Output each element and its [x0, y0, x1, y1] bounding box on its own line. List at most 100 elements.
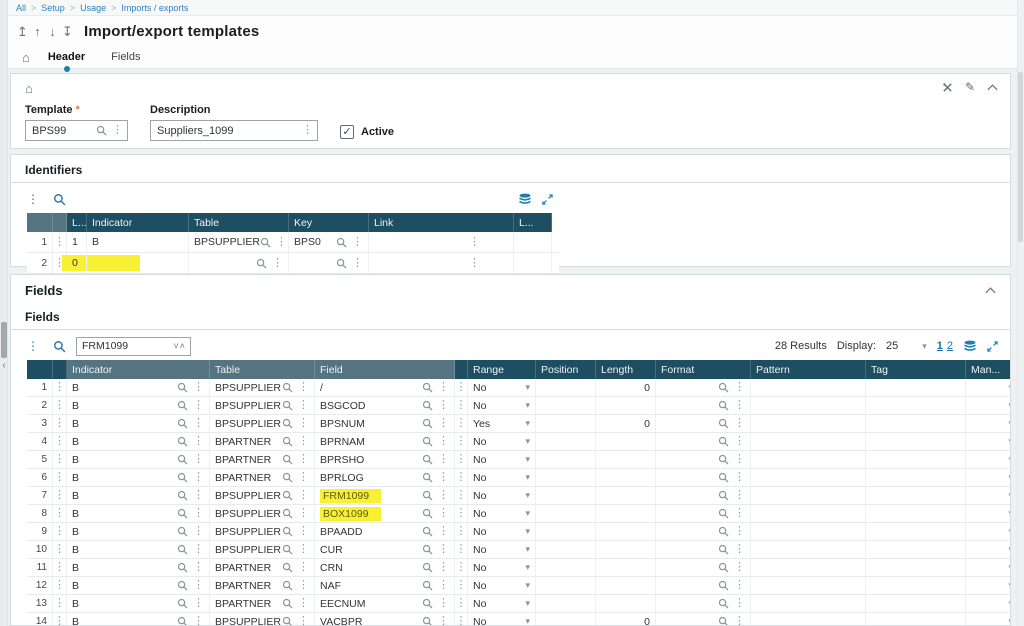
table-cell-search-icon[interactable] [282, 544, 293, 555]
table-cell-kebab-icon[interactable]: ⋮ [298, 454, 309, 465]
field-cell-kebab-icon[interactable]: ⋮ [438, 598, 449, 609]
row-menu-kebab-icon[interactable]: ⋮ [54, 472, 65, 483]
range-caret-icon[interactable]: ▾ [525, 490, 530, 501]
row-number[interactable]: 7 [27, 487, 53, 504]
field-cell[interactable]: BPRNAM⋮ [315, 433, 455, 450]
table-cell-search-icon[interactable] [282, 454, 293, 465]
format-cell[interactable]: ⋮ [656, 397, 751, 414]
mandatory-cell[interactable]: ▾ [966, 379, 1011, 396]
pattern-cell[interactable] [751, 505, 866, 522]
position-cell[interactable] [536, 451, 596, 468]
mandatory-cell[interactable]: ▾ [966, 451, 1011, 468]
fields-collapse-chevron-icon[interactable] [985, 287, 996, 294]
field-cell-kebab-icon[interactable]: ⋮ [438, 436, 449, 447]
indicator-cell[interactable]: B⋮ [67, 487, 210, 504]
format-cell[interactable]: ⋮ [656, 451, 751, 468]
link-cell-kebab-icon[interactable]: ⋮ [469, 237, 480, 248]
field-cell-search-icon[interactable] [422, 580, 433, 591]
indicator-cell[interactable]: B⋮ [67, 559, 210, 576]
table-cell-search-icon[interactable] [282, 508, 293, 519]
field-cell[interactable]: BPSNUM⋮ [315, 415, 455, 432]
range-caret-icon[interactable]: ▾ [525, 508, 530, 519]
range-caret-icon[interactable]: ▾ [525, 562, 530, 573]
format-cell-search-icon[interactable] [718, 598, 729, 609]
table-cell-search-icon[interactable] [282, 526, 293, 537]
tag-cell[interactable] [866, 613, 966, 626]
indicator-cell[interactable]: B⋮ [67, 577, 210, 594]
row-number[interactable]: 4 [27, 433, 53, 450]
mandatory-cell[interactable]: ▾ [966, 613, 1011, 626]
table-cell[interactable]: BPSUPPLIER⋮ [210, 397, 315, 414]
range-caret-icon[interactable]: ▾ [525, 526, 530, 537]
field-cell-search-icon[interactable] [422, 418, 433, 429]
table-cell-kebab-icon[interactable]: ⋮ [272, 258, 283, 269]
field-cell-kebab-icon[interactable]: ⋮ [438, 418, 449, 429]
position-cell[interactable] [536, 613, 596, 626]
level-cell[interactable]: 1 [67, 232, 87, 252]
table-cell[interactable]: BPSUPPLIER⋮ [210, 505, 315, 522]
table-cell[interactable]: BPARTNER⋮ [210, 577, 315, 594]
range-caret-icon[interactable]: ▾ [525, 418, 530, 429]
mandatory-caret-icon[interactable]: ▾ [1008, 580, 1011, 591]
format-cell[interactable]: ⋮ [656, 487, 751, 504]
page-scrollbar-thumb[interactable] [1018, 72, 1023, 242]
tag-cell[interactable] [866, 379, 966, 396]
length-cell[interactable] [596, 451, 656, 468]
format-cell-kebab-icon[interactable]: ⋮ [734, 598, 745, 609]
row-menu-kebab-icon[interactable]: ⋮ [54, 382, 65, 393]
field-cell[interactable]: CUR⋮ [315, 541, 455, 558]
mandatory-caret-icon[interactable]: ▾ [1008, 490, 1011, 501]
position-cell[interactable] [536, 487, 596, 504]
next-record-icon[interactable]: ↓ [46, 25, 59, 38]
format-cell-search-icon[interactable] [718, 616, 729, 626]
format-cell[interactable]: ⋮ [656, 559, 751, 576]
table-cell[interactable]: BPARTNER⋮ [210, 559, 315, 576]
pattern-cell[interactable] [751, 415, 866, 432]
customize-icon[interactable] [942, 82, 953, 93]
indicator-cell-search-icon[interactable] [177, 418, 188, 429]
last-record-icon[interactable]: ↧ [61, 25, 74, 38]
row-kebab-icon[interactable]: ⋮ [456, 526, 467, 537]
row-number[interactable]: 12 [27, 577, 53, 594]
row-number[interactable]: 2 [27, 253, 53, 273]
mandatory-cell[interactable]: ▾ [966, 469, 1011, 486]
range-cell[interactable]: No▾ [468, 379, 536, 396]
key-cell-search-icon[interactable] [336, 237, 347, 248]
format-cell-kebab-icon[interactable]: ⋮ [734, 490, 745, 501]
link-cell[interactable]: ⋮ [369, 232, 514, 252]
mandatory-caret-icon[interactable]: ▾ [1008, 598, 1011, 609]
section-home-icon[interactable]: ⌂ [25, 81, 33, 96]
fields-filter-combo[interactable]: FRM1099 ˅˄ [76, 337, 191, 356]
table-cell-search-icon[interactable] [282, 400, 293, 411]
indicator-cell[interactable]: B⋮ [67, 433, 210, 450]
format-cell[interactable]: ⋮ [656, 523, 751, 540]
mandatory-cell[interactable]: ▾ [966, 523, 1011, 540]
field-cell[interactable]: EECNUM⋮ [315, 595, 455, 612]
tag-cell[interactable] [866, 595, 966, 612]
key-cell-kebab-icon[interactable]: ⋮ [352, 237, 363, 248]
range-cell[interactable]: Yes▾ [468, 415, 536, 432]
position-cell[interactable] [536, 433, 596, 450]
row-kebab-icon[interactable]: ⋮ [456, 562, 467, 573]
mandatory-caret-icon[interactable]: ▾ [1008, 616, 1011, 626]
template-input[interactable]: BPS99 ⋮ [25, 120, 128, 141]
indicator-cell-search-icon[interactable] [177, 580, 188, 591]
indicator-cell-search-icon[interactable] [177, 490, 188, 501]
position-cell[interactable] [536, 379, 596, 396]
row-kebab-icon[interactable]: ⋮ [456, 508, 467, 519]
table-cell[interactable]: BPSUPPLIER⋮ [210, 379, 315, 396]
fields-search-icon[interactable] [53, 340, 66, 353]
table-cell-kebab-icon[interactable]: ⋮ [298, 382, 309, 393]
field-cell[interactable]: VACBPR⋮ [315, 613, 455, 626]
tag-cell[interactable] [866, 469, 966, 486]
indicator-cell-kebab-icon[interactable]: ⋮ [193, 418, 204, 429]
indicator-cell-kebab-icon[interactable]: ⋮ [193, 400, 204, 411]
active-checkbox[interactable]: ✓ [340, 125, 354, 139]
tag-cell[interactable] [866, 451, 966, 468]
mandatory-caret-icon[interactable]: ▾ [1008, 382, 1011, 393]
format-cell-search-icon[interactable] [718, 400, 729, 411]
description-kebab-icon[interactable]: ⋮ [302, 125, 313, 136]
indicator-cell-search-icon[interactable] [177, 400, 188, 411]
range-cell[interactable]: No▾ [468, 487, 536, 504]
indicator-cell-kebab-icon[interactable]: ⋮ [193, 490, 204, 501]
